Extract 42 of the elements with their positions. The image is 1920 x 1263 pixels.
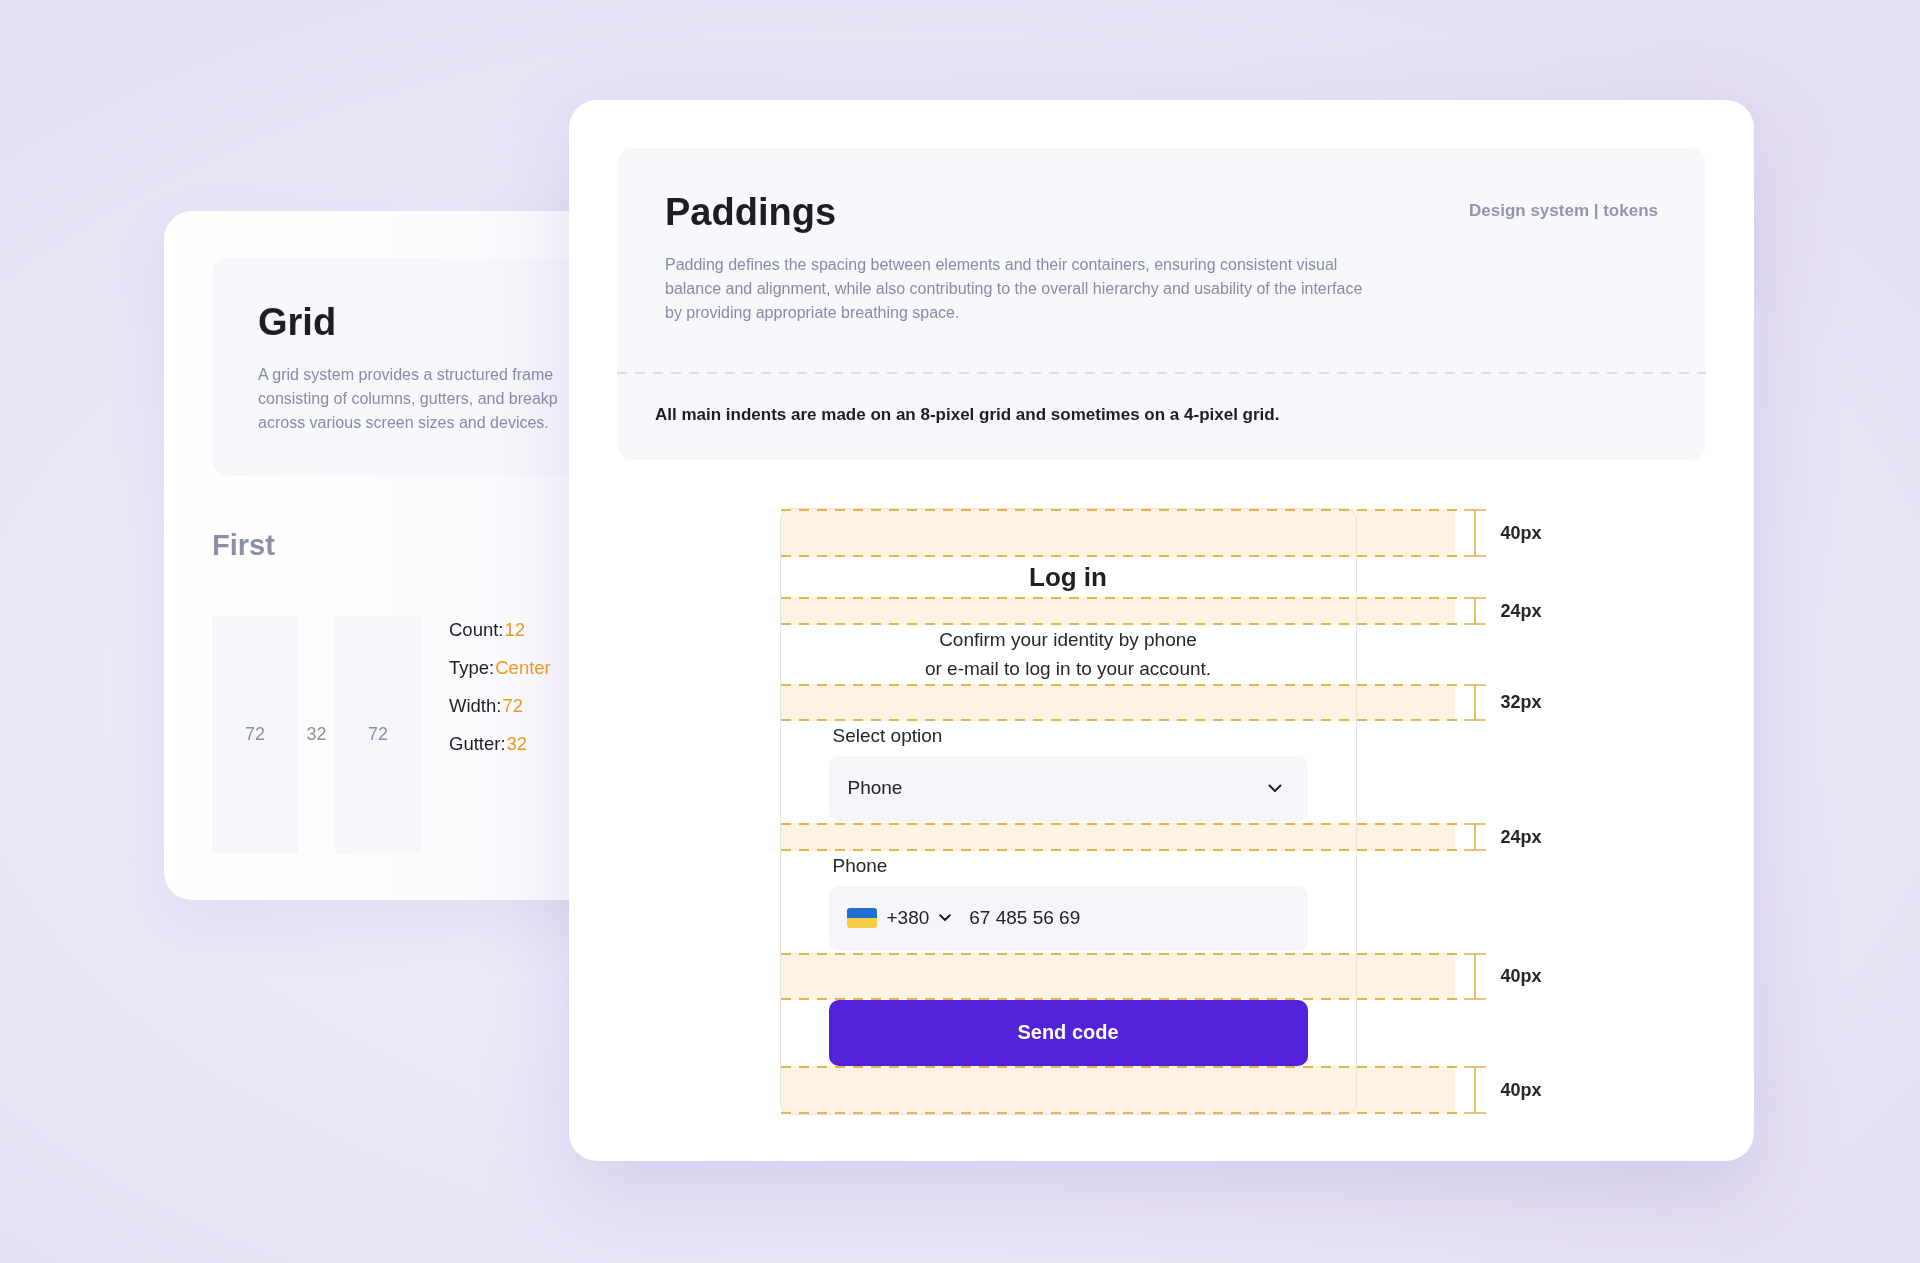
spec-label: Count: [449, 619, 504, 640]
field-label: Phone [832, 853, 888, 878]
note-text: All main indents are made on an 8-pixel grid and sometimes on a 4-pixel grid. [655, 403, 1280, 426]
flag-icon [846, 908, 877, 928]
spacing-label: 40px [1500, 521, 1542, 544]
gutter-width-label: 32 [306, 724, 327, 745]
phone-field[interactable]: +380 67 485 56 69 [828, 885, 1308, 951]
page-description: Padding defines the spacing between elements and their containers, ensuring consistent visual balance and alignment, while also contributing to the overall hierarchy and usability of the interface by providing appropriate breathing space. [665, 255, 1363, 323]
page-title: Paddings [665, 190, 837, 234]
dimension-bracket-icon [1462, 822, 1487, 851]
spec-value: 12 [504, 619, 526, 640]
spec-value: Center [495, 657, 551, 678]
spec-label: Width: [449, 695, 502, 716]
grid-column: 72 [335, 616, 421, 853]
country-code-dropdown[interactable]: +380 [846, 907, 952, 929]
send-code-button[interactable]: Send code [828, 999, 1308, 1066]
dimension-bracket-icon [1462, 508, 1487, 557]
section-title: First [212, 528, 275, 562]
spacing-label: 32px [1500, 691, 1542, 713]
spec-value: 72 [502, 695, 523, 716]
grid-column: 72 [212, 616, 298, 853]
grid-title: Grid [258, 300, 337, 344]
spec-label: Gutter: [449, 733, 506, 754]
chevron-down-icon [1267, 783, 1282, 793]
grid-description: A grid system provides a structured frame consisting of columns, gutters, and breakp across various screen sizes and devices. [258, 365, 558, 433]
spacing-label: 40px [1500, 1078, 1542, 1101]
dimension-bracket-icon [1462, 952, 1487, 1000]
phone-number-text: 67 485 56 69 [969, 907, 1081, 929]
dimension-bracket-icon [1462, 1065, 1487, 1114]
category-label: Design system | tokens [1469, 200, 1658, 222]
select-field[interactable]: Phone [828, 755, 1308, 821]
field-label: Select option [832, 723, 943, 748]
login-subtitle: Confirm your identity by phone or e-mail to log in to your account. [924, 628, 1212, 681]
spacing-label: 24px [1500, 599, 1542, 622]
login-title: Log in [1029, 561, 1107, 592]
spacing-label: 24px [1500, 825, 1542, 848]
spec-label: Type: [449, 657, 495, 678]
spacing-label: 40px [1500, 965, 1542, 987]
dimension-bracket-icon [1462, 596, 1487, 625]
dimension-bracket-icon [1462, 683, 1487, 721]
chevron-down-icon [939, 914, 952, 922]
spec-value: 32 [506, 733, 528, 754]
